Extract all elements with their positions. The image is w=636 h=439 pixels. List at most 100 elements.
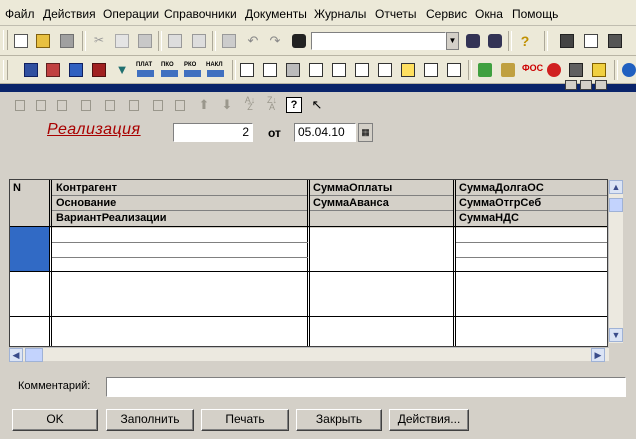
close-window-button[interactable] (595, 80, 607, 90)
fos-button[interactable]: ФОС (520, 61, 544, 79)
copy-row-button[interactable] (33, 97, 49, 113)
save-button[interactable] (58, 32, 76, 50)
menu-windows[interactable]: Окна (475, 7, 503, 21)
report-4-button[interactable] (307, 61, 325, 79)
menu-directories[interactable]: Справочники (164, 7, 237, 21)
column-header-advance-sum[interactable]: СуммаАванса (313, 197, 389, 209)
delete-row-button[interactable] (78, 97, 94, 113)
table-row[interactable] (10, 272, 607, 316)
horizontal-scrollbar[interactable]: ◀ ▶ (9, 347, 609, 362)
calendar-button[interactable] (582, 32, 600, 50)
table-grid[interactable]: N Контрагент Основание ВариантРеализации… (9, 179, 608, 347)
move-group-button[interactable] (172, 97, 188, 113)
paste-button[interactable] (136, 32, 154, 50)
copy-button[interactable] (113, 32, 131, 50)
print-button[interactable] (166, 32, 184, 50)
move-up-button[interactable]: ⬆ (196, 97, 212, 113)
column-header-sale-variant[interactable]: ВариантРеализации (56, 212, 166, 224)
redo-button[interactable]: ↷ (266, 32, 284, 50)
new-document-button[interactable] (12, 32, 30, 50)
scroll-right-button[interactable]: ▶ (591, 348, 605, 362)
edit-row-button[interactable] (54, 97, 70, 113)
mark-delete-button[interactable] (102, 97, 118, 113)
open-button[interactable] (34, 32, 52, 50)
move-down-button[interactable]: ⬇ (219, 97, 235, 113)
print-form-button[interactable]: Печать (201, 409, 289, 431)
report-8-button[interactable] (399, 61, 417, 79)
fill-button[interactable]: Заполнить (106, 409, 194, 431)
tool-2-button[interactable] (499, 61, 517, 79)
group-button[interactable] (150, 97, 166, 113)
column-header-vat-sum[interactable]: СуммаНДС (459, 212, 519, 224)
scroll-down-button[interactable]: ▼ (609, 328, 623, 342)
menu-service[interactable]: Сервис (426, 7, 467, 21)
search-combo-dropdown[interactable]: ▼ (446, 32, 459, 50)
print-preview-button[interactable] (190, 32, 208, 50)
chart-of-accounts-button[interactable] (22, 61, 40, 79)
report-3-button[interactable] (284, 61, 302, 79)
report-6-button[interactable] (353, 61, 371, 79)
menu-journals[interactable]: Журналы (314, 7, 366, 21)
operations-journal-button[interactable] (44, 61, 62, 79)
scroll-up-button[interactable]: ▲ (609, 180, 623, 194)
column-header-fixed-asset-debt[interactable]: СуммаДолгаОС (459, 182, 544, 194)
document-window-titlebar[interactable] (0, 84, 636, 92)
toolbar-grip[interactable] (3, 30, 8, 50)
undo-button[interactable]: ↶ (244, 32, 262, 50)
edit-button[interactable] (590, 61, 608, 79)
document-number-input[interactable]: 2 (173, 123, 253, 142)
entries-button[interactable] (67, 61, 85, 79)
menu-documents[interactable]: Документы (245, 7, 307, 21)
report-2-button[interactable] (261, 61, 279, 79)
column-header-payment-sum[interactable]: СуммаОплаты (313, 182, 392, 194)
properties-button[interactable] (220, 32, 238, 50)
close-button[interactable]: Закрыть (296, 409, 382, 431)
cut-button[interactable]: ✂ (90, 32, 108, 50)
dt-kt-button[interactable] (90, 61, 108, 79)
minimize-button[interactable] (565, 80, 577, 90)
filter-button[interactable]: ▼ (113, 61, 131, 79)
row-selector-selected[interactable] (10, 227, 49, 271)
stop-button[interactable] (545, 61, 563, 79)
search-combo-input[interactable] (311, 32, 446, 50)
calculator-button[interactable] (558, 32, 576, 50)
column-header-basis[interactable]: Основание (56, 197, 116, 209)
menu-operations[interactable]: Операции (103, 7, 159, 21)
report-7-button[interactable] (376, 61, 394, 79)
ok-button[interactable]: OK (12, 409, 98, 431)
scroll-left-button[interactable]: ◀ (9, 348, 23, 362)
grid-button[interactable] (606, 32, 624, 50)
table-row[interactable] (52, 227, 607, 271)
report-1-button[interactable] (238, 61, 256, 79)
toolbar-grip[interactable] (3, 60, 8, 80)
find-button[interactable] (290, 32, 308, 50)
menu-help[interactable]: Помощь (512, 7, 558, 21)
form-help-button[interactable]: ? (286, 97, 302, 113)
sort-asc-button[interactable]: A↓ Z (242, 96, 258, 113)
maximize-button[interactable] (580, 80, 592, 90)
column-header-shipped-cost[interactable]: СуммаОтгрСеб (459, 197, 541, 209)
report-9-button[interactable] (422, 61, 440, 79)
sort-desc-button[interactable]: Z↓ A (264, 96, 280, 113)
document-date-input[interactable]: 05.04.10 (294, 123, 356, 142)
invoice-button[interactable]: НАКЛ (206, 61, 226, 79)
menu-actions[interactable]: Действия (43, 7, 96, 21)
notebook-button[interactable] (567, 61, 585, 79)
menu-reports[interactable]: Отчеты (375, 7, 416, 21)
column-header-counterparty[interactable]: Контрагент (56, 182, 117, 194)
column-header-n[interactable]: N (13, 182, 21, 194)
report-5-button[interactable] (330, 61, 348, 79)
context-help-button[interactable]: ↖ (309, 97, 325, 113)
tool-1-button[interactable] (476, 61, 494, 79)
help-button[interactable]: ? (516, 32, 534, 50)
vertical-scrollbar[interactable]: ▲ ▼ (608, 180, 623, 343)
horizontal-scroll-thumb[interactable] (25, 348, 43, 362)
comment-input[interactable] (106, 377, 626, 397)
find-next-button[interactable] (464, 32, 482, 50)
ungroup-button[interactable] (126, 97, 142, 113)
find-prev-button[interactable] (486, 32, 504, 50)
new-row-button[interactable] (12, 97, 28, 113)
cash-receipt-button[interactable]: ПКО (160, 61, 180, 79)
internet-button[interactable] (620, 61, 636, 79)
payment-order-button[interactable]: ПЛАТ (136, 61, 156, 79)
